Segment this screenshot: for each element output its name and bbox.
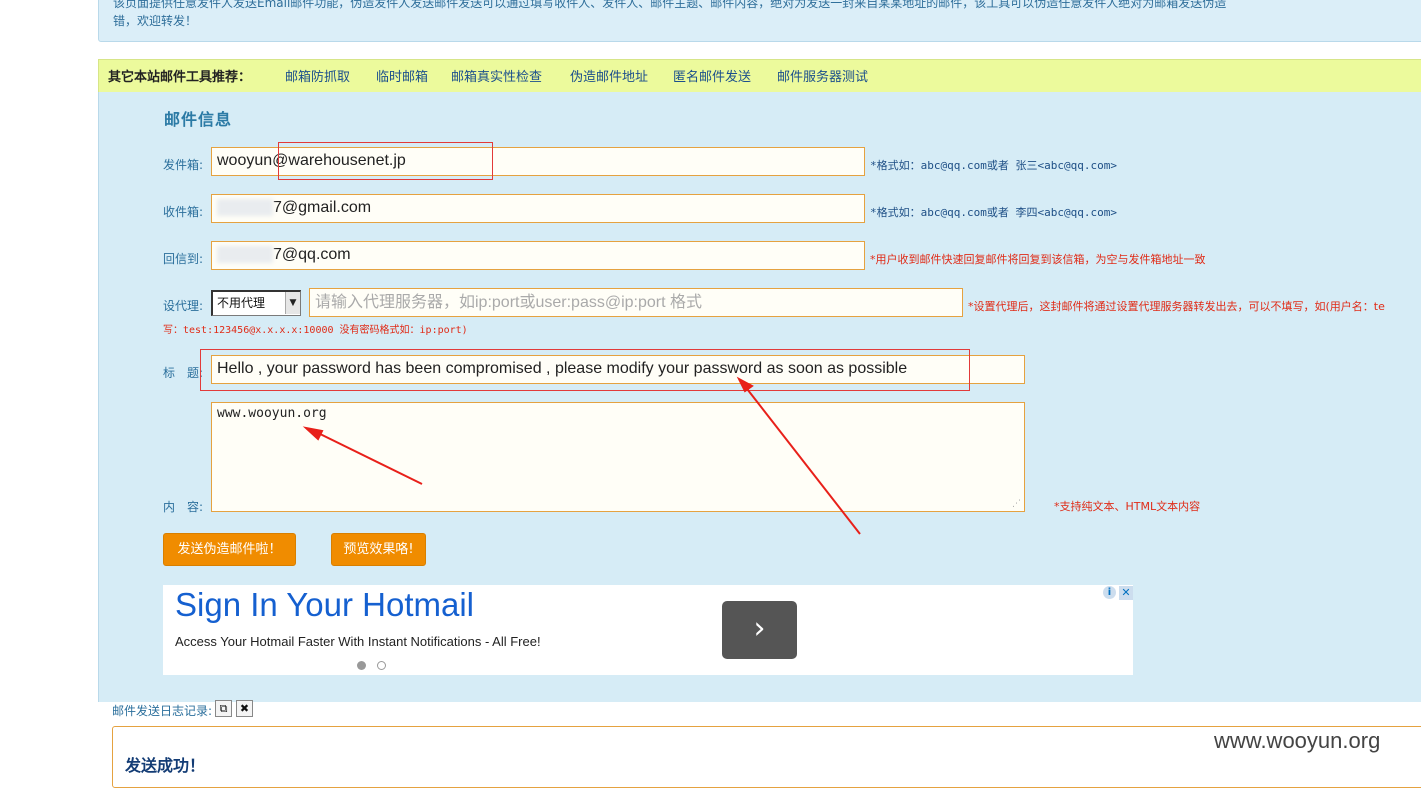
ad-title[interactable]: Sign In Your Hotmail [175,586,474,624]
log-label: 邮件发送日志记录: [112,704,213,718]
copy-icon[interactable]: ⧉ [215,700,232,717]
ad-next-button[interactable]: › [722,601,797,659]
info-icon[interactable]: i [1103,586,1116,599]
arrow-head-subject [736,376,754,393]
arrow-head-content [302,426,324,441]
send-result-text: 发送成功！ [125,756,206,775]
arrow-to-content [313,430,423,485]
clear-icon[interactable]: ✖ [236,700,253,717]
preview-button[interactable]: 预览效果咯! [331,533,426,566]
ad-description: Access Your Hotmail Faster With Instant … [175,634,541,649]
watermark: www.wooyun.org [1214,728,1381,753]
send-fake-mail-button[interactable]: 发送伪造邮件啦！ [163,533,296,566]
ad-dot[interactable] [377,661,386,670]
arrow-to-subject [743,384,861,535]
ad-dot-active[interactable] [357,661,366,670]
close-icon[interactable]: ✕ [1119,586,1133,600]
